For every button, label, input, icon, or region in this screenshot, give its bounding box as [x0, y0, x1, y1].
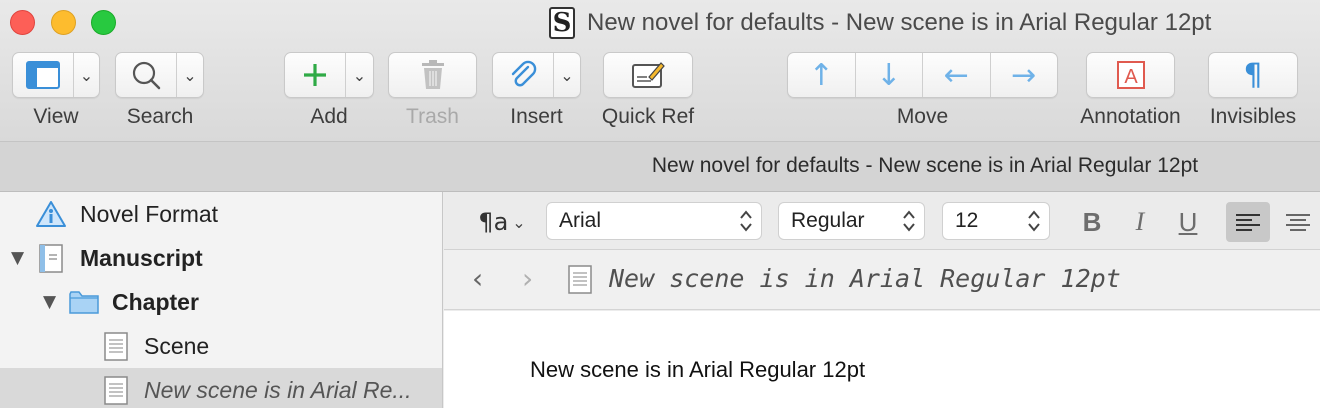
search-icon: [132, 61, 161, 90]
chevron-right-icon[interactable]: ›: [522, 262, 533, 295]
move-label: Move: [896, 105, 949, 128]
font-family-select[interactable]: Arial: [546, 202, 762, 240]
paragraph-style-button[interactable]: ¶a ⌄: [472, 202, 532, 242]
binder-item-label: New scene is in Arial Re...: [144, 376, 412, 403]
manuscript-icon: [39, 244, 63, 273]
binder-item-label: Chapter: [112, 288, 199, 315]
binder-item-novel-format[interactable]: Novel Format: [0, 192, 442, 236]
editor-nav-bar: ‹ › New scene is in Arial Regular 12pt: [444, 250, 1320, 310]
chevron-down-icon: ⌄: [560, 65, 574, 85]
move-down-button[interactable]: ↓: [856, 53, 923, 97]
window-title: New novel for defaults - New scene is in…: [587, 9, 1212, 36]
document-icon: [104, 376, 128, 405]
search-button[interactable]: ⌄: [115, 52, 204, 98]
chevron-down-icon: ⌄: [512, 212, 526, 232]
font-style-value: Regular: [791, 209, 865, 232]
binder-item-label: Manuscript: [80, 244, 203, 271]
align-left-icon: [1236, 214, 1260, 231]
scrivener-document-icon: S: [549, 7, 575, 39]
stepper-updown-icon: [740, 210, 752, 232]
move-button-group: ↑ ↓ ← →: [787, 52, 1058, 98]
underline-button[interactable]: U: [1168, 202, 1208, 242]
annotation-icon: A: [1116, 61, 1145, 89]
pilcrow-icon: ¶: [1243, 57, 1263, 93]
invisibles-label: Invisibles: [1209, 105, 1297, 128]
quick-ref-button[interactable]: [603, 52, 693, 98]
binder-item-chapter[interactable]: ▼ Chapter: [0, 280, 442, 324]
document-title[interactable]: New scene is in Arial Regular 12pt: [609, 264, 1121, 293]
view-button[interactable]: ⌄: [12, 52, 100, 98]
italic-icon: I: [1135, 207, 1145, 236]
bold-icon: B: [1082, 206, 1102, 237]
binder-item-new-scene[interactable]: New scene is in Arial Re...: [0, 368, 442, 408]
align-center-icon: [1286, 214, 1310, 231]
move-left-button[interactable]: ←: [923, 53, 990, 97]
minimize-window-button[interactable]: [51, 10, 76, 35]
align-left-button[interactable]: [1226, 202, 1270, 242]
plus-icon: [303, 64, 326, 86]
move-up-button[interactable]: ↑: [788, 53, 855, 97]
editor-paragraph[interactable]: New scene is in Arial Regular 12pt: [530, 357, 865, 383]
zoom-window-button[interactable]: [91, 10, 116, 35]
binder: Novel Format ▼ Manuscript ▼ Chapter Scen…: [0, 192, 443, 408]
search-label: Search: [126, 105, 194, 128]
disclosure-triangle-icon[interactable]: ▼: [43, 292, 56, 312]
quick-ref-icon: [632, 62, 665, 88]
arrow-down-icon: ↓: [876, 57, 902, 93]
window-title-area: S New novel for defaults - New scene is …: [549, 7, 1211, 39]
trash-button[interactable]: [388, 52, 477, 98]
layout-view-icon: [25, 61, 60, 89]
svg-text:A: A: [1124, 66, 1138, 88]
trash-icon: [421, 60, 444, 89]
insert-button[interactable]: ⌄: [492, 52, 581, 98]
binder-item-manuscript[interactable]: ▼ Manuscript: [0, 236, 442, 280]
arrow-left-icon: ←: [943, 57, 969, 93]
format-bar: ¶a ⌄ Arial Regular 12 B I U: [444, 192, 1320, 250]
align-center-button[interactable]: [1278, 202, 1318, 242]
toolbar-area: S New novel for defaults - New scene is …: [0, 0, 1320, 142]
chevron-down-icon: ⌄: [352, 65, 367, 85]
stepper-updown-icon: [903, 210, 915, 232]
arrow-right-icon: →: [1011, 57, 1037, 93]
document-icon: [568, 265, 592, 294]
view-label: View: [33, 105, 79, 128]
header-title: New novel for defaults - New scene is in…: [651, 154, 1199, 177]
quick-ref-label: Quick Ref: [601, 105, 695, 128]
annotation-button[interactable]: A: [1086, 52, 1175, 98]
font-family-value: Arial: [559, 209, 602, 232]
font-size-select[interactable]: 12: [942, 202, 1050, 240]
trash-label: Trash: [406, 105, 459, 128]
font-size-value: 12: [955, 209, 979, 232]
text-editor[interactable]: New scene is in Arial Regular 12pt: [444, 311, 1320, 408]
annotation-label: Annotation: [1080, 105, 1181, 128]
stepper-updown-icon: [1028, 210, 1040, 232]
binder-item-label: Novel Format: [80, 200, 219, 227]
add-label: Add: [310, 105, 348, 128]
binder-item-scene[interactable]: Scene: [0, 324, 442, 368]
binder-item-label: Scene: [144, 332, 210, 359]
chevron-left-icon[interactable]: ‹: [472, 262, 483, 295]
chevron-down-icon: ⌄: [183, 65, 197, 85]
font-style-select[interactable]: Regular: [778, 202, 925, 240]
bold-button[interactable]: B: [1072, 202, 1112, 242]
move-right-button[interactable]: →: [991, 53, 1058, 97]
disclosure-triangle-icon[interactable]: ▼: [11, 248, 24, 268]
invisibles-button[interactable]: ¶: [1208, 52, 1298, 98]
add-button[interactable]: ⌄: [284, 52, 374, 98]
close-window-button[interactable]: [10, 10, 35, 35]
folder-icon: [69, 291, 99, 314]
chevron-down-icon: ⌄: [79, 65, 94, 85]
paperclip-icon: [511, 60, 537, 87]
underline-icon: U: [1178, 206, 1198, 237]
insert-label: Insert: [510, 105, 563, 128]
italic-button[interactable]: I: [1120, 202, 1160, 242]
editor-header-bar: New novel for defaults - New scene is in…: [0, 142, 1320, 192]
info-warning-icon: [36, 201, 66, 227]
document-icon: [104, 332, 128, 361]
paragraph-style-icon: ¶a: [478, 208, 509, 236]
arrow-up-icon: ↑: [808, 57, 834, 93]
